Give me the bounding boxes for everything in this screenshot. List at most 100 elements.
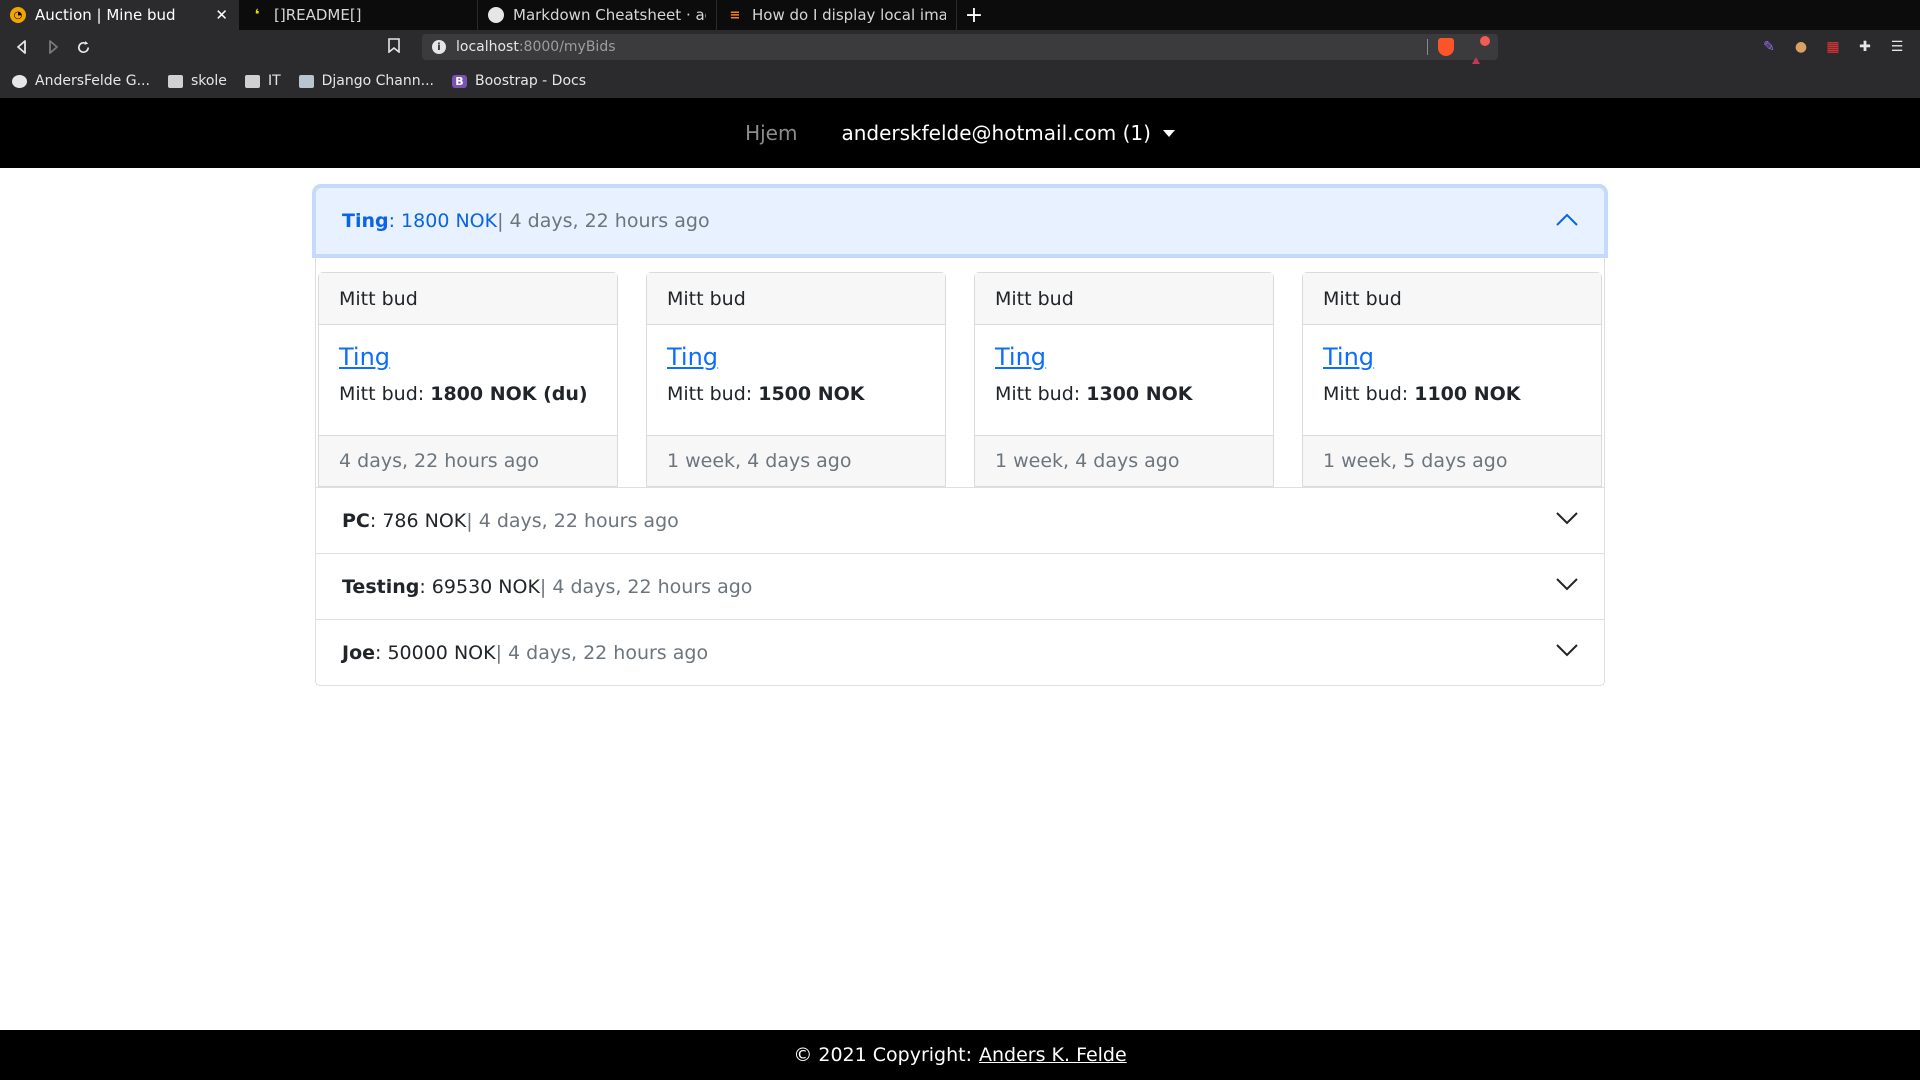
bookmark-django-channels[interactable]: Django Chann... [298,73,434,89]
back-arrow-icon [16,40,26,54]
item-price: : 786 NOK [369,509,467,532]
bid-label: Mitt bud: [667,383,759,405]
bookmark-skole[interactable]: skole [167,73,227,89]
bid-card-footer: 1 week, 4 days ago [647,435,945,486]
accordion-header-testing[interactable]: Testing: 69530 NOK| 4 days, 22 hours ago [316,553,1604,619]
chevron-down-icon [1556,644,1578,657]
forward-button[interactable] [37,30,68,64]
back-button[interactable] [6,30,37,64]
bid-amount-text: Mitt bud: 1800 NOK (du) [339,383,597,405]
site-footer: © 2021 Copyright: Anders K. Felde [0,1030,1920,1080]
item-name: PC [342,509,370,532]
accordion-body-ting: Mitt bud Ting Mitt bud: 1800 NOK (du) 4 … [316,254,1604,487]
bid-amount: 1300 NOK [1086,383,1193,405]
auction-favicon-icon: ◔ [10,7,26,23]
tab-title: How do I display local image i [752,6,946,24]
bid-amount: 1500 NOK [758,383,865,405]
bid-card: Mitt bud Ting Mitt bud: 1100 NOK 1 week,… [1302,272,1602,487]
brave-rewards-icon[interactable] [1468,36,1490,71]
tab-title: Markdown Cheatsheet · adam [513,6,706,24]
bid-amount: 1800 NOK (du) [430,383,588,405]
item-time: | 4 days, 22 hours ago [466,509,679,532]
site-info-icon[interactable]: i [432,40,446,54]
address-bar[interactable]: i localhost :8000/myBids [422,34,1498,71]
item-name: Ting [342,210,389,232]
stackoverflow-favicon-icon: ≡ [729,7,741,23]
extension-feather-icon[interactable]: ✎ [1760,38,1778,56]
browser-tab-stackoverflow[interactable]: ≡ How do I display local image i [717,0,957,30]
close-tab-icon[interactable]: ✕ [215,6,228,24]
bid-item-link[interactable]: Ting [667,343,718,371]
bid-label: Mitt bud: [1323,383,1415,405]
item-name: Joe [342,641,376,664]
reload-icon [77,40,90,53]
site-navbar: Hjem anderskfelde@hotmail.com (1) [0,98,1920,168]
accordion-header-ting[interactable]: Ting: 1800 NOK| 4 days, 22 hours ago [316,188,1604,254]
bid-card-header: Mitt bud [319,273,617,325]
browser-tab-auction[interactable]: ◔ Auction | Mine bud ✕ [0,0,239,30]
bid-item-link[interactable]: Ting [1323,343,1374,371]
tab-title: Auction | Mine bud [35,6,176,24]
user-dropdown[interactable]: anderskfelde@hotmail.com (1) [841,121,1175,145]
bid-card-body: Ting Mitt bud: 1100 NOK [1303,325,1601,435]
url-path: :8000/myBids [518,39,616,55]
new-tab-button[interactable]: + [959,0,989,30]
bookmark-andersfelde-github[interactable]: AndersFelde G... [12,73,150,89]
tab-title: []README[] [274,6,362,24]
accordion-header-pc[interactable]: PC: 786 NOK| 4 days, 22 hours ago [316,487,1604,553]
bookmarks-bar: AndersFelde G... skole IT Django Chann..… [0,64,1920,98]
bid-card-footer: 1 week, 5 days ago [1303,435,1601,486]
rewards-badge [1480,36,1490,46]
reload-button[interactable] [68,30,99,64]
bid-card: Mitt bud Ting Mitt bud: 1800 NOK (du) 4 … [318,272,618,487]
bookmark-bootstrap-docs[interactable]: B Boostrap - Docs [451,73,587,89]
bookmark-page-button[interactable] [388,38,400,57]
bookmark-label: skole [190,73,227,89]
browser-toolbar: i localhost :8000/myBids ✎ ● ▦ ✚ ☰ [0,30,1920,71]
item-time: | 4 days, 22 hours ago [497,210,710,232]
bookmark-icon [388,38,400,54]
user-dropdown-label: anderskfelde@hotmail.com (1) [841,121,1151,145]
chevron-up-icon [1556,213,1578,226]
github-icon [12,74,27,88]
accordion-item-joe: Joe: 50000 NOK| 4 days, 22 hours ago [316,619,1604,685]
bid-card-header: Mitt bud [1303,273,1601,325]
bookmark-it[interactable]: IT [244,73,281,89]
bid-card-body: Ting Mitt bud: 1500 NOK [647,325,945,435]
bookmark-label: AndersFelde G... [35,73,150,89]
accordion-item-pc: PC: 786 NOK| 4 days, 22 hours ago [316,487,1604,553]
browser-menu-icon[interactable]: ☰ [1888,38,1906,56]
bookmark-label: Boostrap - Docs [474,73,587,89]
accordion-item-testing: Testing: 69530 NOK| 4 days, 22 hours ago [316,553,1604,619]
bootstrap-icon: B [451,74,467,88]
folder-icon [244,74,260,88]
item-name: Testing [342,575,420,598]
bid-amount: 1100 NOK [1414,383,1521,405]
address-bar-divider [1427,39,1428,55]
item-price: : 1800 NOK [388,210,498,232]
docs-icon [298,74,314,88]
bid-item-link[interactable]: Ting [339,343,390,371]
bid-card-header: Mitt bud [647,273,945,325]
browser-tab-markdown[interactable]: Markdown Cheatsheet · adam [478,0,717,30]
bookmark-label: IT [267,73,281,89]
bid-card-header: Mitt bud [975,273,1273,325]
nav-home-link[interactable]: Hjem [745,121,797,145]
bid-amount-text: Mitt bud: 1100 NOK [1323,383,1581,405]
extension-cookie-icon[interactable]: ● [1792,38,1810,56]
bookmark-label: Django Chann... [321,73,434,89]
chevron-down-icon [1556,578,1578,591]
copyright-text: © 2021 Copyright: [793,1044,972,1066]
extension-calendar-icon[interactable]: ▦ [1824,38,1842,56]
author-link[interactable]: Anders K. Felde [979,1044,1127,1066]
caret-down-icon [1162,129,1175,137]
extensions-puzzle-icon[interactable]: ✚ [1856,38,1874,56]
accordion-header-joe[interactable]: Joe: 50000 NOK| 4 days, 22 hours ago [316,619,1604,685]
bid-item-link[interactable]: Ting [995,343,1046,371]
browser-tab-bar: ◔ Auction | Mine bud ✕ ❛ []README[] Mark… [0,0,1920,30]
bid-card-body: Ting Mitt bud: 1800 NOK (du) [319,325,617,435]
brave-shield-icon[interactable] [1438,38,1454,56]
browser-tab-readme[interactable]: ❛ []README[] [239,0,478,30]
bid-label: Mitt bud: [339,383,431,405]
readme-favicon-icon: ❛ [254,7,260,23]
